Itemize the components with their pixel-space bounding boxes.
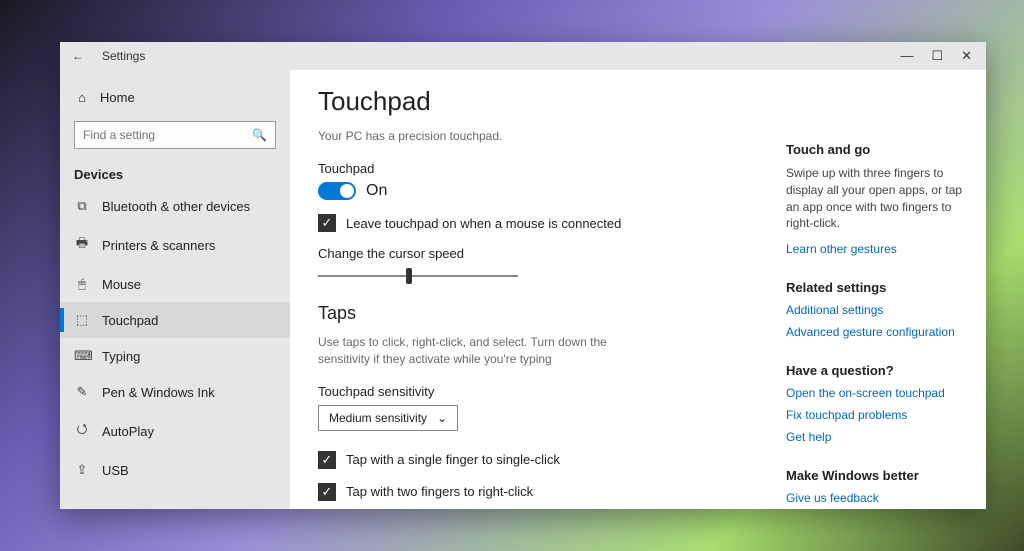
printer-icon: 🖶 (74, 234, 90, 256)
get-help-link[interactable]: Get help (786, 430, 972, 444)
sidebar-item-printers[interactable]: 🖶 Printers & scanners (60, 224, 290, 266)
sidebar-item-label: Mouse (102, 277, 141, 292)
cursor-speed-label: Change the cursor speed (318, 246, 758, 261)
tap-double-label: Tap with two fingers to right-click (346, 484, 533, 499)
touchpad-toggle[interactable] (318, 182, 356, 200)
sensitivity-value: Medium sensitivity (329, 411, 427, 425)
search-input[interactable]: 🔍 (74, 121, 276, 149)
taps-heading: Taps (318, 303, 758, 324)
sidebar-item-label: Touchpad (102, 313, 158, 328)
leave-on-row: ✓ Leave touchpad on when a mouse is conn… (318, 214, 758, 232)
home-link[interactable]: ⌂ Home (60, 82, 290, 113)
tap-double-checkbox[interactable]: ✓ (318, 483, 336, 501)
search-field[interactable] (83, 128, 252, 142)
sidebar-item-label: USB (102, 463, 129, 478)
minimize-button[interactable]: — (900, 48, 913, 64)
taps-description: Use taps to click, right-click, and sele… (318, 334, 658, 368)
feedback-title: Make Windows better (786, 468, 972, 483)
feedback-block: Make Windows better Give us feedback (786, 468, 972, 505)
sidebar-item-typing[interactable]: ⌨ Typing (60, 338, 290, 374)
feedback-link[interactable]: Give us feedback (786, 491, 972, 505)
sensitivity-label: Touchpad sensitivity (318, 384, 758, 399)
usb-icon: ⇪ (74, 462, 90, 478)
sidebar-category: Devices (60, 157, 290, 188)
sidebar-item-label: Printers & scanners (102, 238, 215, 253)
sidebar-item-label: AutoPlay (102, 424, 154, 439)
learn-gestures-link[interactable]: Learn other gestures (786, 242, 972, 256)
titlebar: ← Settings — ☐ ✕ (60, 42, 986, 70)
leave-on-checkbox[interactable]: ✓ (318, 214, 336, 232)
slider-thumb[interactable] (406, 268, 412, 284)
sidebar-item-usb[interactable]: ⇪ USB (60, 452, 290, 488)
sidebar-item-autoplay[interactable]: ⭯ AutoPlay (60, 410, 290, 452)
cursor-speed-slider[interactable] (318, 275, 518, 277)
maximize-button[interactable]: ☐ (931, 48, 943, 64)
sidebar-item-pen[interactable]: ✎ Pen & Windows Ink (60, 374, 290, 410)
additional-settings-link[interactable]: Additional settings (786, 303, 972, 317)
autoplay-icon: ⭯ (74, 420, 90, 442)
window-controls: — ☐ ✕ (900, 48, 978, 64)
leave-on-label: Leave touchpad on when a mouse is connec… (346, 216, 621, 231)
search-wrap: 🔍 (60, 113, 290, 157)
precision-note: Your PC has a precision touchpad. (318, 129, 758, 143)
touch-and-go-block: Touch and go Swipe up with three fingers… (786, 142, 972, 256)
sensitivity-dropdown[interactable]: Medium sensitivity ⌄ (318, 405, 458, 431)
touchpad-toggle-label: Touchpad (318, 161, 758, 176)
home-label: Home (100, 90, 135, 105)
sidebar-item-mouse[interactable]: 🖱 Mouse (60, 266, 290, 302)
sidebar-item-label: Bluetooth & other devices (102, 199, 250, 214)
related-title: Related settings (786, 280, 972, 295)
sidebar: ⌂ Home 🔍 Devices ⧉ Bluetooth & other dev… (60, 70, 290, 509)
question-title: Have a question? (786, 363, 972, 378)
touch-and-go-title: Touch and go (786, 142, 972, 157)
open-onscreen-touchpad-link[interactable]: Open the on-screen touchpad (786, 386, 972, 400)
settings-window: ← Settings — ☐ ✕ ⌂ Home 🔍 Devices ⧉ (60, 42, 986, 509)
window-title: Settings (102, 49, 145, 63)
chevron-down-icon: ⌄ (437, 411, 447, 425)
keyboard-icon: ⌨ (74, 348, 90, 364)
search-icon: 🔍 (252, 128, 267, 142)
touchpad-icon: ⬚ (74, 312, 90, 328)
window-body: ⌂ Home 🔍 Devices ⧉ Bluetooth & other dev… (60, 70, 986, 509)
home-icon: ⌂ (74, 90, 90, 105)
close-button[interactable]: ✕ (961, 48, 972, 64)
cursor-speed-section: Change the cursor speed (318, 246, 758, 277)
sidebar-item-touchpad[interactable]: ⬚ Touchpad (60, 302, 290, 338)
sidebar-item-label: Pen & Windows Ink (102, 385, 215, 400)
related-settings-block: Related settings Additional settings Adv… (786, 280, 972, 339)
advanced-gesture-link[interactable]: Advanced gesture configuration (786, 325, 972, 339)
fix-touchpad-link[interactable]: Fix touchpad problems (786, 408, 972, 422)
mouse-icon: 🖱 (74, 276, 90, 292)
devices-icon: ⧉ (74, 198, 90, 214)
tap-double-row: ✓ Tap with two fingers to right-click (318, 483, 758, 501)
back-button[interactable]: ← (68, 49, 88, 63)
sidebar-nav: ⧉ Bluetooth & other devices 🖶 Printers &… (60, 188, 290, 488)
page-title: Touchpad (318, 86, 758, 117)
touch-and-go-body: Swipe up with three fingers to display a… (786, 165, 972, 232)
question-block: Have a question? Open the on-screen touc… (786, 363, 972, 444)
sidebar-item-bluetooth[interactable]: ⧉ Bluetooth & other devices (60, 188, 290, 224)
content: Touchpad Your PC has a precision touchpa… (290, 70, 986, 509)
right-rail: Touch and go Swipe up with three fingers… (786, 70, 986, 509)
tap-single-checkbox[interactable]: ✓ (318, 451, 336, 469)
touchpad-toggle-state: On (366, 182, 387, 200)
sidebar-item-label: Typing (102, 349, 140, 364)
tap-single-label: Tap with a single finger to single-click (346, 452, 560, 467)
tap-single-row: ✓ Tap with a single finger to single-cli… (318, 451, 758, 469)
main-pane: Touchpad Your PC has a precision touchpa… (290, 70, 786, 509)
pen-icon: ✎ (74, 384, 90, 400)
touchpad-toggle-row: On (318, 182, 758, 200)
